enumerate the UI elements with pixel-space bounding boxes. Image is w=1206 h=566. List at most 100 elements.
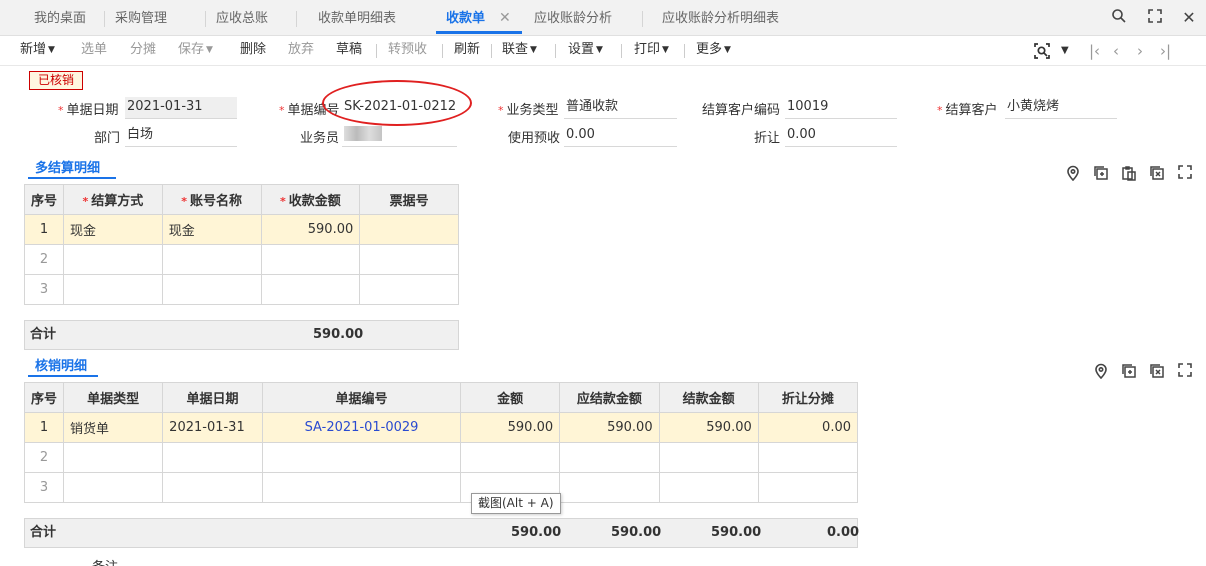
cell[interactable] bbox=[460, 442, 561, 473]
tab-receipt-detail[interactable]: 收款单明细表 bbox=[318, 0, 396, 36]
delete-button[interactable]: 删除 bbox=[240, 36, 266, 66]
cell[interactable] bbox=[260, 274, 361, 305]
cell[interactable] bbox=[260, 244, 361, 275]
last-record-icon[interactable]: ›| bbox=[1160, 42, 1171, 60]
print-button[interactable]: 打印 ▼ bbox=[634, 36, 669, 66]
cell[interactable] bbox=[757, 472, 859, 503]
table-row[interactable]: 3 bbox=[23, 274, 459, 305]
refresh-button[interactable]: 刷新 bbox=[454, 36, 480, 66]
prev-record-icon[interactable]: ‹ bbox=[1113, 42, 1119, 60]
location-icon[interactable] bbox=[1065, 165, 1081, 182]
select-button[interactable]: 选单 bbox=[81, 36, 107, 66]
settings-button[interactable]: 设置 ▼ bbox=[568, 36, 603, 66]
split-button[interactable]: 分摊 bbox=[130, 36, 156, 66]
toolbar: 新增 ▼ 选单 分摊 保存 ▼ 删除 放弃 草稿 转预收 刷新 联查 ▼ 设置 ▼ 打印… bbox=[0, 36, 1206, 66]
writeoff-section-title: 核销明细 bbox=[35, 359, 88, 374]
add-row-icon[interactable] bbox=[1093, 165, 1109, 181]
delete-row-icon[interactable] bbox=[1149, 165, 1165, 181]
date-label: * 单据日期 bbox=[58, 99, 119, 118]
save-button[interactable]: 保存 ▼ bbox=[178, 36, 213, 66]
table-row[interactable]: 3 bbox=[23, 472, 859, 503]
dept-field[interactable]: 白场 bbox=[125, 125, 237, 147]
remark-label: 备注 bbox=[92, 556, 118, 566]
table-row[interactable]: 1 现金 现金 590.00 bbox=[23, 214, 459, 245]
search-icon[interactable] bbox=[1109, 8, 1129, 28]
paste-icon[interactable] bbox=[1121, 165, 1137, 181]
add-row-icon[interactable] bbox=[1121, 363, 1137, 379]
cell[interactable] bbox=[261, 442, 462, 473]
table-row[interactable]: 2 bbox=[23, 244, 459, 275]
chevron-down-icon: ▼ bbox=[48, 45, 55, 55]
col-header: 单据日期 bbox=[162, 382, 263, 413]
prepay-field[interactable]: 0.00 bbox=[564, 125, 677, 147]
next-record-icon[interactable]: › bbox=[1137, 42, 1143, 60]
col-header: 票据号 bbox=[359, 184, 459, 215]
doc-link[interactable]: SA-2021-01-0029 bbox=[261, 412, 462, 443]
section-underline bbox=[28, 177, 116, 179]
chevron-down-icon[interactable]: ▼ bbox=[1061, 42, 1069, 60]
tab-divider bbox=[642, 11, 643, 27]
cell[interactable] bbox=[63, 244, 163, 275]
required-mark: * bbox=[58, 104, 64, 117]
preview-search-icon[interactable] bbox=[1033, 42, 1051, 64]
cell[interactable] bbox=[63, 442, 164, 473]
cell[interactable]: 590.00 bbox=[260, 214, 361, 245]
discount-field[interactable]: 0.00 bbox=[785, 125, 897, 147]
cell[interactable] bbox=[359, 244, 459, 275]
query-button[interactable]: 联查 ▼ bbox=[502, 36, 537, 66]
cell: 销货单 bbox=[63, 412, 164, 443]
abandon-button[interactable]: 放弃 bbox=[288, 36, 314, 66]
toolbar-divider bbox=[684, 44, 685, 58]
tab-aging-detail[interactable]: 应收账龄分析明细表 bbox=[662, 0, 779, 36]
close-icon[interactable]: ✕ bbox=[499, 9, 511, 27]
cell[interactable] bbox=[63, 472, 164, 503]
cell[interactable] bbox=[161, 244, 262, 275]
more-button[interactable]: 更多 ▼ bbox=[696, 36, 731, 66]
cell[interactable]: 590.00 bbox=[658, 412, 759, 443]
cell[interactable] bbox=[658, 442, 759, 473]
cell[interactable] bbox=[658, 472, 759, 503]
customer-field[interactable]: 小黄烧烤 bbox=[1005, 97, 1117, 119]
cell[interactable] bbox=[63, 274, 163, 305]
cell[interactable] bbox=[359, 214, 459, 245]
cell[interactable] bbox=[161, 274, 262, 305]
delete-row-icon[interactable] bbox=[1149, 363, 1165, 379]
draft-button[interactable]: 草稿 bbox=[336, 36, 362, 66]
expand-icon[interactable] bbox=[1177, 363, 1193, 379]
tab-purchase[interactable]: 采购管理 bbox=[115, 0, 167, 36]
toolbar-divider bbox=[491, 44, 492, 58]
tab-my-desktop[interactable]: 我的桌面 bbox=[34, 0, 86, 36]
total-amount: 590.00 bbox=[511, 525, 562, 540]
cell[interactable] bbox=[162, 442, 263, 473]
cell[interactable] bbox=[559, 442, 660, 473]
tab-divider bbox=[104, 11, 105, 27]
col-header: * 账号名称 bbox=[161, 184, 262, 215]
first-record-icon[interactable]: |‹ bbox=[1089, 42, 1100, 60]
cell[interactable]: 现金 bbox=[63, 214, 163, 245]
tab-ar-ledger[interactable]: 应收总账 bbox=[216, 0, 268, 36]
fullscreen-icon[interactable] bbox=[1145, 8, 1165, 28]
cell[interactable] bbox=[359, 274, 459, 305]
cust-code-field[interactable]: 10019 bbox=[785, 97, 897, 119]
cell[interactable] bbox=[162, 472, 263, 503]
cell[interactable] bbox=[559, 472, 660, 503]
cell[interactable] bbox=[757, 442, 859, 473]
location-icon[interactable] bbox=[1093, 363, 1109, 380]
writeoff-table: 序号 单据类型 单据日期 单据编号 金额 应结款金额 结款金额 折让分摊 1 销… bbox=[23, 382, 859, 503]
total-settled: 590.00 bbox=[711, 525, 762, 540]
tab-aging[interactable]: 应收账龄分析 bbox=[534, 0, 612, 36]
biz-type-field[interactable]: 普通收款 bbox=[564, 97, 677, 119]
close-window-icon[interactable]: ✕ bbox=[1179, 8, 1199, 28]
cell[interactable]: 0.00 bbox=[757, 412, 859, 443]
table-row[interactable]: 1 销货单 2021-01-31 SA-2021-01-0029 590.00 … bbox=[23, 412, 859, 443]
table-row[interactable]: 2 bbox=[23, 442, 859, 473]
transfer-prepay-button[interactable]: 转预收 bbox=[388, 36, 427, 66]
date-field[interactable]: 2021-01-31 bbox=[125, 97, 237, 119]
customer-label-text: 结算客户 bbox=[945, 103, 998, 118]
cell[interactable]: 现金 bbox=[161, 214, 262, 245]
chevron-down-icon: ▼ bbox=[530, 45, 537, 55]
expand-icon[interactable] bbox=[1177, 165, 1193, 181]
cell[interactable] bbox=[261, 472, 462, 503]
add-button[interactable]: 新增 ▼ bbox=[20, 36, 55, 66]
staff-field[interactable] bbox=[342, 125, 457, 147]
